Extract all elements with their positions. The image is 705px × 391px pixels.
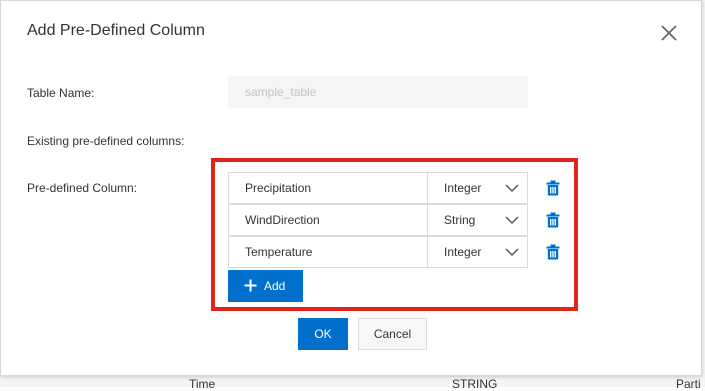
predefined-column-label: Pre-defined Column: [27,181,138,195]
cancel-button[interactable]: Cancel [358,318,427,350]
background-text: Parti [676,377,701,391]
table-name-input[interactable]: sample_table [228,76,528,108]
existing-columns-label: Existing pre-defined columns: [27,134,185,148]
close-icon[interactable] [658,22,680,44]
add-predefined-column-dialog: Add Pre-Defined Column Table Name: sampl… [0,0,702,376]
table-name-label: Table Name: [27,86,95,100]
ok-button[interactable]: OK [298,318,348,350]
background-text: Time [189,377,216,391]
dialog-title: Add Pre-Defined Column [27,22,205,39]
background-text: STRING [452,377,498,391]
highlight-annotation-box [211,158,578,311]
